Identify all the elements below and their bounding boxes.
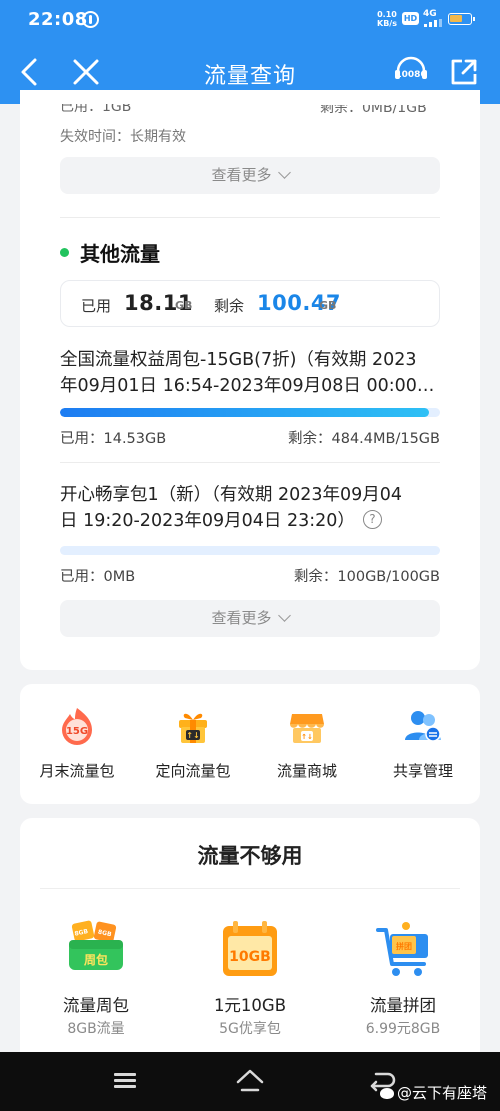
view-more-label: 查看更多 <box>211 166 272 184</box>
quick-entry-mall[interactable]: ↑↓ 流量商城 <box>252 706 362 781</box>
svg-text:↑↓: ↑↓ <box>301 733 313 741</box>
remaining-label: 剩余 <box>214 297 245 315</box>
package-name-line2: 年09月01日 16:54-2023年09月08日 00:00… <box>60 376 435 396</box>
watermark: @云下有座塔 <box>380 1082 487 1103</box>
traffic-summary: 已用 18.11 GB 剩余 100.47 GB <box>60 280 440 327</box>
package-progress-bar <box>60 546 440 555</box>
package-name: 开心畅享包1（新）（有效期 2023年09月04 日 19:20-2023年09… <box>60 482 445 534</box>
offer-subtitle: 6.99元8GB <box>365 1021 441 1037</box>
hotline-number: 10086 <box>395 70 426 80</box>
weibo-icon <box>380 1088 394 1099</box>
divider <box>60 462 440 463</box>
menu-icon[interactable] <box>114 1073 136 1089</box>
hotline-icon[interactable]: 10086 <box>391 52 431 92</box>
status-time: 22:08 <box>28 9 88 30</box>
hd-badge: HD <box>402 12 419 25</box>
directional-package-icon: ↑↓ <box>179 713 207 743</box>
network-speed-unit: KB/s <box>377 19 397 28</box>
quick-entry-month-end[interactable]: 15G 月末流量包 <box>22 706 132 781</box>
offer-group-buy[interactable]: 拼团 流量拼团 6.99元8GB <box>328 920 478 1038</box>
offer-name: 流量周包 <box>63 996 129 1015</box>
watermark-text: @云下有座塔 <box>397 1084 488 1102</box>
chevron-down-icon <box>277 609 291 622</box>
notification-icon <box>82 11 99 28</box>
offer-badge: 10GB <box>229 949 271 965</box>
month-end-package-icon: 15G <box>62 708 92 745</box>
offer-subtitle: 8GB流量 <box>67 1021 125 1037</box>
used-label: 已用 <box>81 297 112 315</box>
quick-entry-label: 流量商城 <box>276 762 337 780</box>
other-traffic-title: 其他流量 <box>60 238 160 267</box>
offer-name: 1元10GB <box>213 996 287 1015</box>
share-management-icon <box>405 711 441 742</box>
package-name-line1: 全国流量权益周包-15GB(7折)（有效期 2023 <box>60 350 417 370</box>
view-more-button[interactable]: 查看更多 <box>60 600 440 637</box>
package-remaining: 剩余：484.4MB/15GB <box>288 431 440 447</box>
quick-entry-label: 共享管理 <box>392 762 453 780</box>
svg-text:↑↓: ↑↓ <box>186 731 199 740</box>
network-speed-value: 0.10 <box>377 10 397 19</box>
quick-entry-label: 月末流量包 <box>39 762 115 780</box>
remaining-unit: GB <box>319 299 337 312</box>
signal-icon <box>424 19 444 27</box>
status-bar: 22:08 0.10 KB/s HD 4G <box>0 0 500 40</box>
traffic-mall-icon: ↑↓ <box>290 714 324 743</box>
package-name: 全国流量权益周包-15GB(7折)（有效期 2023 年09月01日 16:54… <box>60 347 445 399</box>
app-header: 22:08 0.10 KB/s HD 4G 流量查询 10086 <box>0 0 500 104</box>
view-more-button[interactable]: 查看更多 <box>60 157 440 194</box>
package-name-line2: 日 19:20-2023年09月04日 23:20） <box>60 511 355 531</box>
package-used: 已用：14.53GB <box>60 431 167 447</box>
home-icon[interactable] <box>236 1068 264 1094</box>
share-icon[interactable] <box>448 56 480 88</box>
help-icon[interactable]: ? <box>362 509 382 529</box>
used-unit: GB <box>175 299 193 312</box>
weekly-package-icon: 8GB 8GB 周包 <box>69 920 123 970</box>
package-remaining: 剩余：100GB/100GB <box>293 569 440 585</box>
not-enough-title: 流量不够用 <box>197 844 303 868</box>
chevron-down-icon <box>277 166 291 179</box>
package-progress-bar <box>60 408 440 417</box>
offer-badge: 周包 <box>84 952 108 967</box>
package-used: 已用：0MB <box>60 569 136 585</box>
shopping-cart-icon: 拼团 <box>376 922 428 976</box>
network-type: 4G <box>423 9 437 19</box>
offer-1yuan-10gb[interactable]: 10GB 1元10GB 5G优享包 <box>175 920 325 1038</box>
quick-entry-share[interactable]: 共享管理 <box>368 706 478 781</box>
battery-icon <box>448 13 475 25</box>
calendar-10gb-icon: 10GB <box>223 921 277 976</box>
quick-entry-directional[interactable]: ↑↓ 定向流量包 <box>138 706 248 781</box>
offer-weekly-package[interactable]: 8GB 8GB 周包 流量周包 8GB流量 <box>21 920 171 1038</box>
divider <box>40 888 460 889</box>
package-name-line1: 开心畅享包1（新）（有效期 2023年09月04 <box>60 485 403 505</box>
offer-badge: 拼团 <box>396 941 412 951</box>
other-traffic-title-text: 其他流量 <box>80 242 160 266</box>
offer-name: 流量拼团 <box>370 996 436 1015</box>
svg-text:15G: 15G <box>66 726 88 737</box>
expire-time: 失效时间：长期有效 <box>60 129 186 145</box>
view-more-label: 查看更多 <box>211 609 272 627</box>
progress-fill <box>60 408 429 417</box>
network-speed: 0.10 KB/s <box>377 10 397 28</box>
divider <box>60 217 440 218</box>
quick-entry-label: 定向流量包 <box>155 762 231 780</box>
offer-subtitle: 5G优享包 <box>219 1021 281 1037</box>
